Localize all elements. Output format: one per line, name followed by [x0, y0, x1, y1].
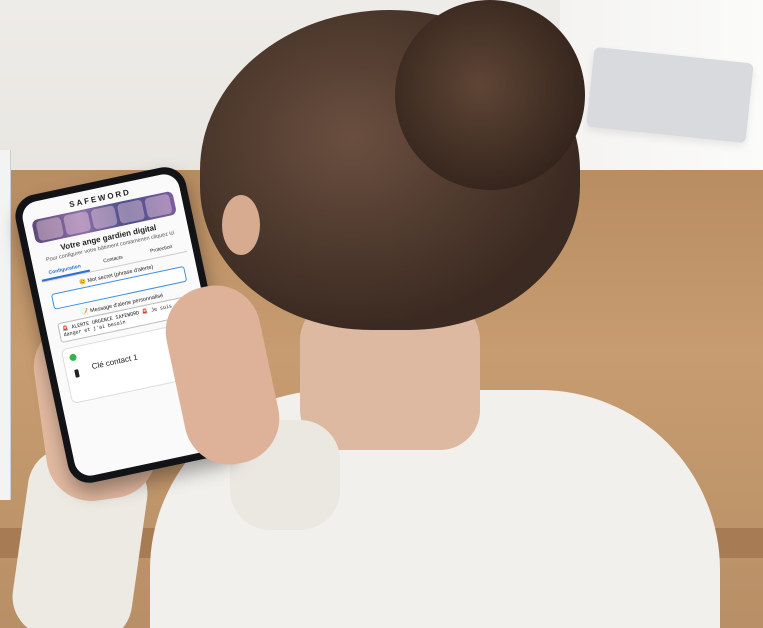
- person-ear: [222, 195, 260, 255]
- photo-scene: SAFEWORD Votre ange gardien digital Pour…: [0, 0, 763, 628]
- background-book: [586, 46, 754, 144]
- key-icon: [74, 369, 80, 378]
- contact-card-label: Clé contact 1: [90, 352, 139, 372]
- status-dot-icon: [68, 353, 78, 362]
- hair-bun: [395, 0, 585, 190]
- left-edge-paper: [0, 150, 11, 500]
